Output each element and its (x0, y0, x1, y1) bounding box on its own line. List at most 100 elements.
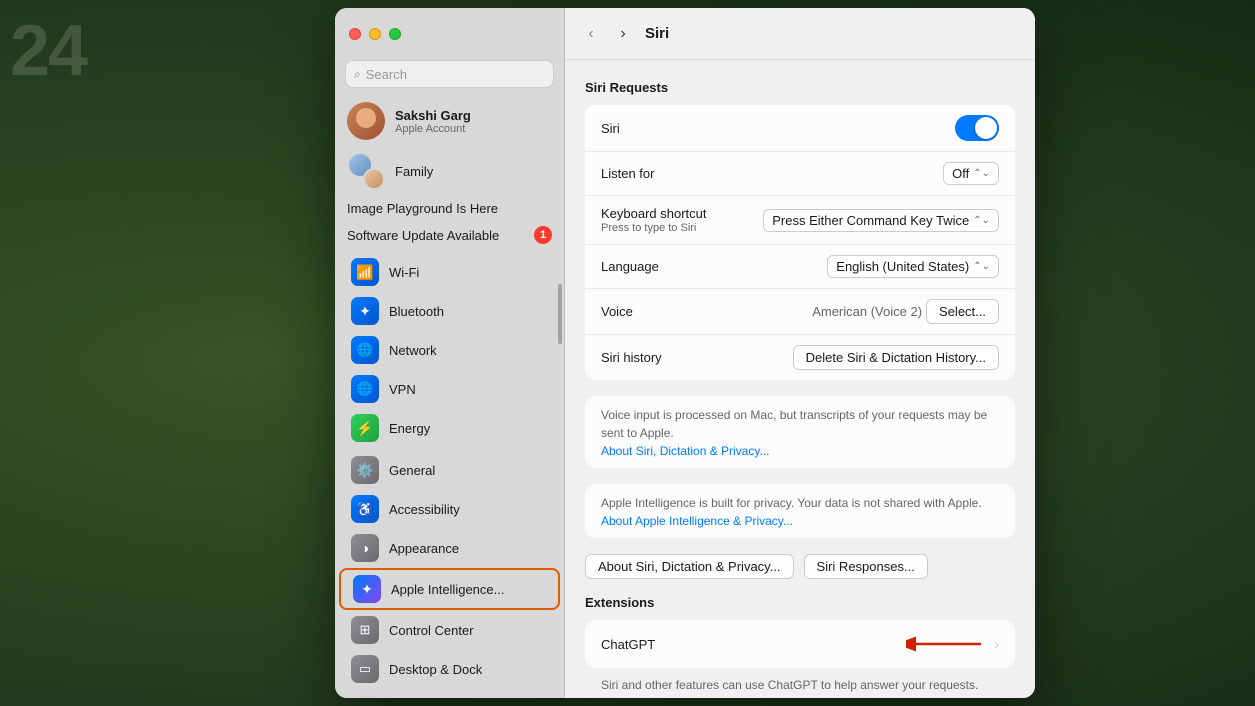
profile-info: Sakshi Garg Apple Account (395, 108, 471, 135)
search-bar[interactable]: ⌕ Search (345, 60, 554, 88)
sidebar-item-label-energy: Energy (389, 421, 430, 436)
sidebar-item-label-desktop-dock: Desktop & Dock (389, 662, 482, 677)
sidebar-item-appearance[interactable]: ◑ Appearance (339, 529, 560, 567)
sidebar-item-energy[interactable]: ⚡ Energy (339, 409, 560, 447)
window-titlebar (335, 8, 564, 60)
network-icon: 🌐 (351, 336, 379, 364)
sidebar-item-label-accessibility: Accessibility (389, 502, 460, 517)
keyboard-shortcut-row: Keyboard shortcut Press to type to Siri … (585, 196, 1015, 245)
sidebar-item-image-playground[interactable]: Image Playground Is Here (335, 196, 564, 221)
siri-history-button[interactable]: Delete Siri & Dictation History... (793, 345, 999, 370)
keyboard-shortcut-chevron-icon: ⌃⌄ (973, 215, 990, 226)
keyboard-shortcut-sublabel: Press to type to Siri (601, 222, 763, 234)
image-playground-label: Image Playground Is Here (347, 201, 498, 216)
profile-subtitle: Apple Account (395, 123, 471, 135)
sidebar-network-section: 📶 Wi-Fi ✦ Bluetooth 🌐 Network (335, 253, 564, 447)
listen-for-label: Listen for (601, 166, 943, 181)
chatgpt-label: ChatGPT (601, 637, 906, 652)
search-placeholder: Search (366, 67, 407, 82)
voice-label: Voice (601, 304, 812, 319)
bluetooth-icon: ✦ (351, 297, 379, 325)
siri-toggle-row: Siri (585, 105, 1015, 152)
sidebar-item-label-network: Network (389, 343, 437, 358)
siri-requests-card: Siri Listen for Off ⌃⌄ Keyboard shortcut… (585, 105, 1015, 380)
sidebar-item-desktop-dock[interactable]: ▭ Desktop & Dock (339, 650, 560, 688)
main-titlebar: ‹ › Siri (565, 8, 1035, 60)
privacy-info-1-text: Voice input is processed on Mac, but tra… (601, 406, 999, 442)
sidebar-item-vpn[interactable]: 🌐 VPN (339, 370, 560, 408)
sidebar-item-label-appearance: Appearance (389, 541, 459, 556)
keyboard-shortcut-label-group: Keyboard shortcut Press to type to Siri (601, 206, 763, 234)
close-button[interactable] (349, 28, 361, 40)
siri-toggle[interactable] (955, 115, 999, 141)
family-avatar-2 (363, 168, 385, 190)
siri-requests-section-title: Siri Requests (585, 80, 1015, 95)
vpn-icon: 🌐 (351, 375, 379, 403)
chatgpt-row-wrapper: ChatGPT › (585, 620, 1015, 668)
main-scroll-area[interactable]: Siri Requests Siri Listen for Off ⌃⌄ (565, 60, 1035, 698)
listen-for-value: Off (952, 166, 969, 181)
privacy-info-1-block: Voice input is processed on Mac, but tra… (585, 396, 1015, 468)
sidebar-item-bluetooth[interactable]: ✦ Bluetooth (339, 292, 560, 330)
family-avatars (347, 152, 385, 190)
sidebar-item-wifi[interactable]: 📶 Wi-Fi (339, 253, 560, 291)
desktop-dock-icon: ▭ (351, 655, 379, 683)
sidebar-item-network[interactable]: 🌐 Network (339, 331, 560, 369)
sidebar-item-apple-intelligence[interactable]: ✦ Apple Intelligence... (339, 568, 560, 610)
accessibility-icon: ♿ (351, 495, 379, 523)
red-arrow-annotation (906, 630, 986, 658)
sidebar-item-label-control-center: Control Center (389, 623, 474, 638)
maximize-button[interactable] (389, 28, 401, 40)
language-label: Language (601, 259, 827, 274)
keyboard-shortcut-label: Keyboard shortcut (601, 206, 763, 221)
dropdown-chevron-icon: ⌃⌄ (973, 168, 990, 179)
about-siri-dictation-button[interactable]: About Siri, Dictation & Privacy... (585, 554, 794, 579)
voice-select-button[interactable]: Select... (926, 299, 999, 324)
sidebar-item-label-bluetooth: Bluetooth (389, 304, 444, 319)
profile-name: Sakshi Garg (395, 108, 471, 123)
privacy-info-1-link[interactable]: About Siri, Dictation & Privacy... (601, 444, 999, 458)
scroll-indicator (558, 284, 562, 344)
sidebar-list: Sakshi Garg Apple Account Family Image P… (335, 96, 564, 698)
listen-for-row: Listen for Off ⌃⌄ (585, 152, 1015, 196)
wifi-icon: 📶 (351, 258, 379, 286)
general-icon: ⚙️ (351, 456, 379, 484)
search-icon: ⌕ (354, 67, 361, 82)
siri-responses-button[interactable]: Siri Responses... (804, 554, 928, 579)
settings-window: ⌕ Search Sakshi Garg Apple Account (335, 8, 1035, 698)
chatgpt-row[interactable]: ChatGPT › (585, 620, 1015, 668)
siri-history-row: Siri history Delete Siri & Dictation His… (585, 335, 1015, 380)
chatgpt-chevron-icon: › (994, 636, 999, 652)
sidebar-item-family[interactable]: Family (335, 146, 564, 196)
siri-label: Siri (601, 121, 955, 136)
listen-for-dropdown[interactable]: Off ⌃⌄ (943, 162, 999, 185)
sidebar-item-label-wifi: Wi-Fi (389, 265, 419, 280)
energy-icon: ⚡ (351, 414, 379, 442)
siri-history-label: Siri history (601, 350, 793, 365)
keyboard-shortcut-dropdown[interactable]: Press Either Command Key Twice ⌃⌄ (763, 209, 999, 232)
control-center-icon: ⊞ (351, 616, 379, 644)
sidebar-general-section: ⚙️ General ♿ Accessibility ◑ Appearance (335, 451, 564, 688)
sidebar-item-general[interactable]: ⚙️ General (339, 451, 560, 489)
language-dropdown[interactable]: English (United States) ⌃⌄ (827, 255, 999, 278)
extensions-section-title: Extensions (585, 595, 1015, 610)
voice-value: American (Voice 2) (812, 304, 922, 319)
sidebar-item-profile[interactable]: Sakshi Garg Apple Account (335, 96, 564, 146)
appearance-icon: ◑ (351, 534, 379, 562)
sidebar-item-label-apple-intelligence: Apple Intelligence... (391, 582, 504, 597)
nav-back-button[interactable]: ‹ (581, 24, 601, 44)
minimize-button[interactable] (369, 28, 381, 40)
language-value: English (United States) (836, 259, 969, 274)
software-update-label: Software Update Available (347, 228, 499, 243)
sidebar-item-software-update[interactable]: Software Update Available 1 (335, 221, 564, 249)
privacy-info-2-link[interactable]: About Apple Intelligence & Privacy... (601, 514, 999, 528)
language-chevron-icon: ⌃⌄ (973, 261, 990, 272)
desktop-year: 24 (10, 10, 86, 92)
update-badge: 1 (534, 226, 552, 244)
nav-forward-button[interactable]: › (613, 24, 633, 44)
sidebar-item-label-general: General (389, 463, 435, 478)
sidebar-item-control-center[interactable]: ⊞ Control Center (339, 611, 560, 649)
bottom-buttons-row: About Siri, Dictation & Privacy... Siri … (585, 554, 1015, 579)
voice-row: Voice American (Voice 2) Select... (585, 289, 1015, 335)
sidebar-item-accessibility[interactable]: ♿ Accessibility (339, 490, 560, 528)
